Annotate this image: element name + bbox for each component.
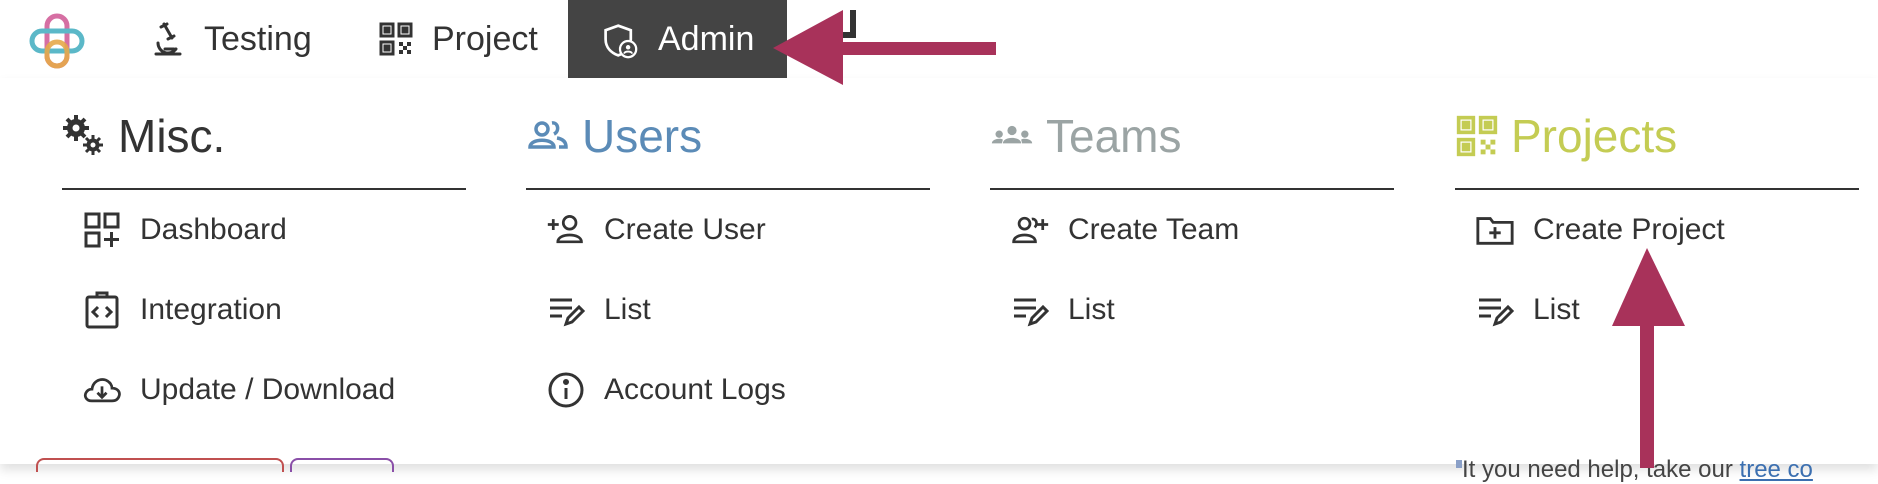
list-edit-icon (546, 290, 586, 330)
nav-tab-testing[interactable]: Testing (150, 0, 312, 78)
cloud-download-icon (82, 370, 122, 410)
menu-item-label: Update / Download (140, 373, 396, 406)
menu-column-users: Users Create User List Account Logs (526, 78, 930, 430)
shield-user-icon (602, 21, 638, 59)
add-team-icon (1010, 210, 1050, 250)
menu-item-label: Create Project (1533, 213, 1725, 246)
menu-item-account-logs[interactable]: Account Logs (526, 350, 930, 430)
column-heading: Misc. (62, 78, 466, 190)
menu-item-create-team[interactable]: Create Team (990, 190, 1394, 270)
info-circle-icon (546, 370, 586, 410)
nav-tab-project[interactable]: Project (378, 0, 538, 78)
column-title: Users (582, 110, 703, 162)
menu-item-project-list[interactable]: List (1455, 270, 1859, 350)
menu-item-label: Create Team (1068, 213, 1240, 246)
menu-item-integration[interactable]: Integration (62, 270, 466, 350)
nav-tab-label: Testing (204, 19, 312, 58)
background-help-text: It you need help, take our tree co (1462, 456, 1813, 483)
users-icon (526, 114, 570, 158)
background-button-fragment (36, 458, 284, 472)
code-clipboard-icon (82, 290, 122, 330)
menu-item-team-list[interactable]: List (990, 270, 1394, 350)
column-heading: Projects (1455, 78, 1859, 190)
column-title: Teams (1046, 110, 1182, 162)
nav-tab-label: Project (432, 19, 538, 58)
gears-icon (62, 114, 106, 158)
menu-item-label: List (1533, 293, 1580, 326)
menu-item-create-project[interactable]: Create Project (1455, 190, 1859, 270)
list-edit-icon (1010, 290, 1050, 330)
menu-item-label: List (604, 293, 651, 326)
menu-item-label: Dashboard (140, 213, 287, 246)
menu-item-update-download[interactable]: Update / Download (62, 350, 466, 430)
menu-item-label: Create User (604, 213, 766, 246)
column-title: Projects (1511, 110, 1678, 162)
qr-grid-icon (1455, 114, 1499, 158)
column-title: Misc. (118, 110, 226, 162)
nav-overflow-fragment (842, 10, 856, 38)
menu-item-label: List (1068, 293, 1115, 326)
menu-item-label: Integration (140, 293, 282, 326)
team-icon (990, 114, 1034, 158)
background-help-link[interactable]: tree co (1740, 456, 1813, 483)
folder-add-icon (1475, 210, 1515, 250)
menu-item-create-user[interactable]: Create User (526, 190, 930, 270)
admin-dropdown-menu: Misc. Dashboard Integration Update / Dow… (0, 78, 1878, 464)
nav-tab-admin[interactable]: Admin (568, 0, 787, 78)
menu-column-teams: Teams Create Team List (990, 78, 1394, 350)
menu-column-projects: Projects Create Project List (1455, 78, 1859, 350)
app-logo[interactable] (28, 12, 86, 70)
background-button-fragment (290, 458, 394, 472)
menu-item-label: Account Logs (604, 373, 786, 406)
add-user-icon (546, 210, 586, 250)
column-heading: Users (526, 78, 930, 190)
dashboard-add-icon (82, 210, 122, 250)
menu-item-user-list[interactable]: List (526, 270, 930, 350)
microscope-icon (150, 21, 186, 57)
menu-column-misc: Misc. Dashboard Integration Update / Dow… (62, 78, 466, 430)
qr-grid-icon (378, 21, 414, 57)
top-navigation: Testing Project Admin (0, 0, 1878, 78)
column-heading: Teams (990, 78, 1394, 190)
menu-item-dashboard[interactable]: Dashboard (62, 190, 466, 270)
list-edit-icon (1475, 290, 1515, 330)
nav-tab-label: Admin (658, 19, 755, 58)
